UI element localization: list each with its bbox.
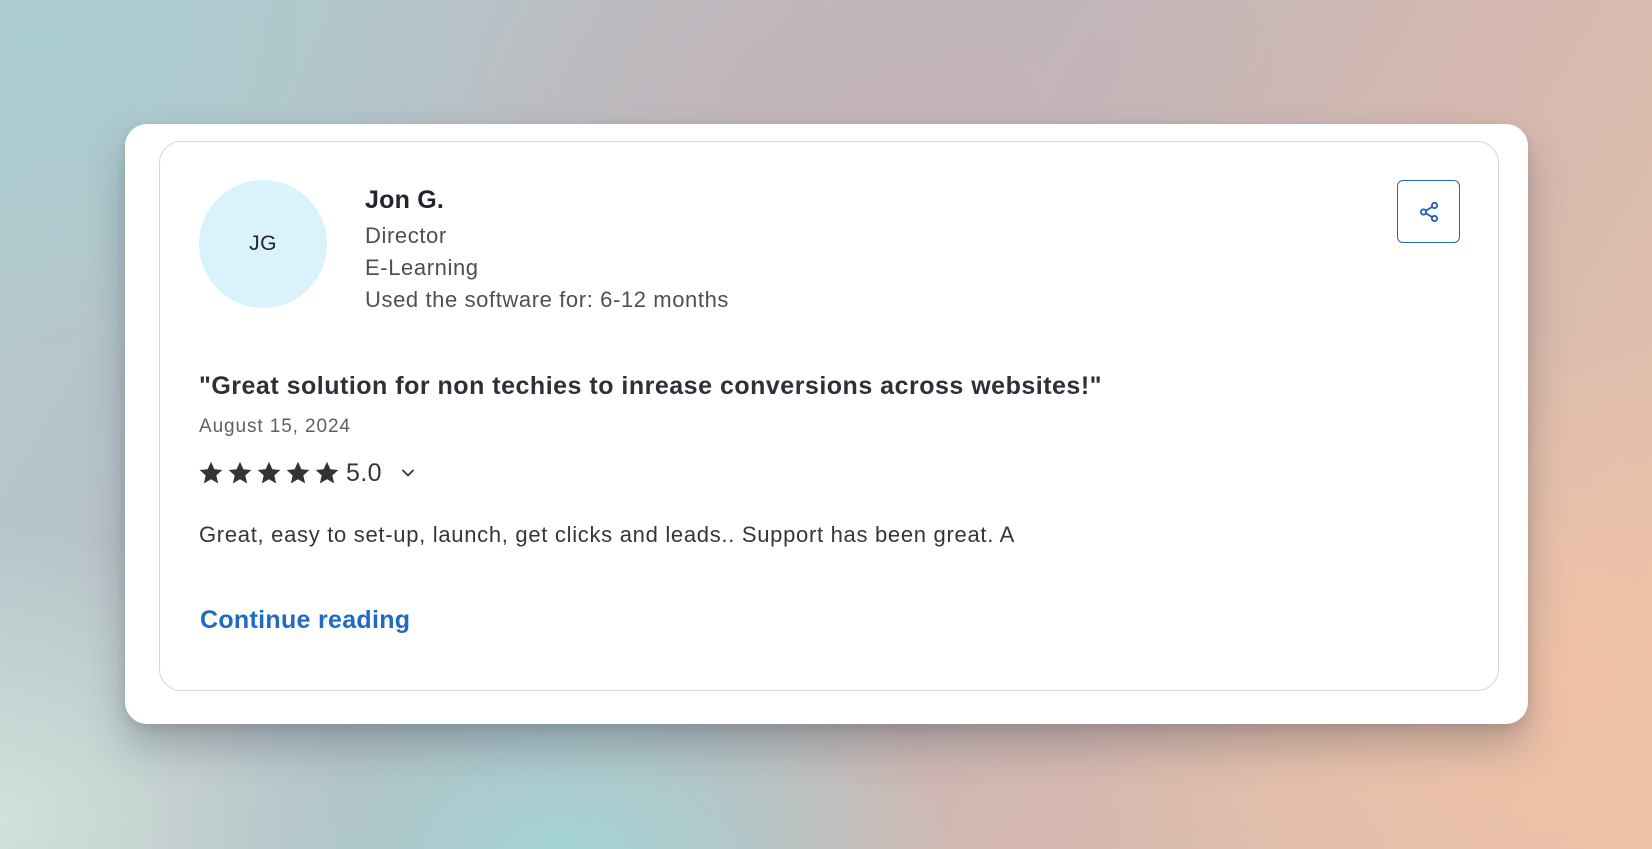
avatar-initials: JG — [249, 232, 277, 255]
continue-reading-link[interactable]: Continue reading — [200, 606, 410, 635]
avatar: JG — [199, 180, 327, 308]
share-button[interactable] — [1397, 180, 1460, 243]
review-card-container: JG Jon G. Director E-Learning Used the s… — [125, 124, 1528, 724]
rating-breakdown-toggle[interactable] — [396, 461, 420, 485]
star-icon — [315, 461, 339, 484]
review-card: JG Jon G. Director E-Learning Used the s… — [159, 141, 1499, 691]
review-date: August 15, 2024 — [199, 416, 351, 437]
star-icon — [199, 461, 223, 484]
star-icon — [228, 461, 252, 484]
star-icon — [286, 461, 310, 484]
star-icon — [257, 461, 281, 484]
review-excerpt: Great, easy to set-up, launch, get click… — [199, 522, 1015, 547]
share-icon — [1419, 201, 1438, 222]
reviewer-industry: E-Learning — [365, 255, 479, 280]
rating-value: 5.0 — [346, 458, 382, 487]
review-title: "Great solution for non techies to inrea… — [199, 372, 1103, 400]
reviewer-usage: Used the software for: 6-12 months — [365, 287, 730, 312]
rating-row: 5.0 — [198, 456, 420, 490]
chevron-down-icon — [402, 469, 414, 477]
reviewer-role: Director — [365, 223, 447, 248]
reviewer-info: Jon G. Director E-Learning Used the soft… — [365, 184, 729, 316]
reviewer-name: Jon G. — [365, 186, 444, 214]
star-rating — [198, 460, 343, 486]
